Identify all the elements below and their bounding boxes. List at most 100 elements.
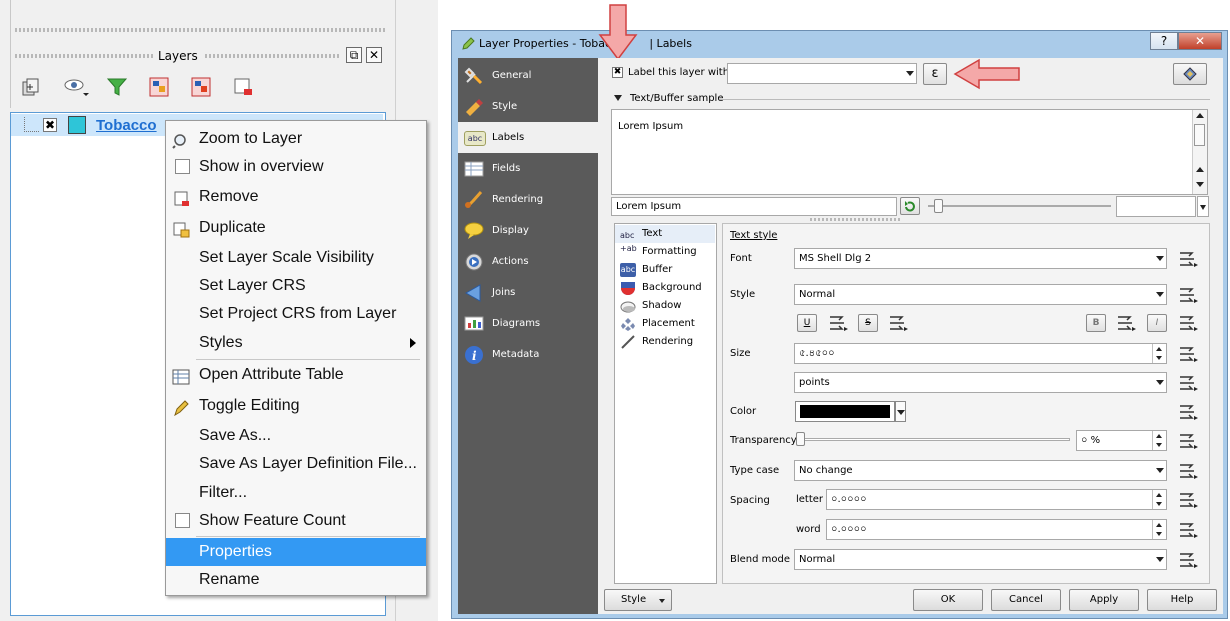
add-group-icon[interactable] (20, 76, 42, 98)
overview-checkbox[interactable] (175, 159, 190, 174)
font-combo[interactable]: MS Shell Dlg 2 (794, 248, 1167, 269)
sidebar-item-actions[interactable]: Actions (458, 246, 598, 277)
feature-count-checkbox[interactable] (175, 513, 190, 528)
style-list-item-text[interactable]: abc Text (615, 225, 715, 243)
spin-arrows-icon[interactable] (1152, 431, 1166, 450)
bold-button[interactable]: B (1086, 314, 1106, 332)
menu-properties[interactable]: Properties (166, 538, 426, 566)
reset-sample-button[interactable] (900, 197, 920, 215)
scroll-up-icon[interactable] (1196, 113, 1204, 118)
sidebar-item-display[interactable]: Display (458, 215, 598, 246)
dialog-close-button[interactable]: ✕ (1178, 32, 1222, 50)
style-list-item-buffer[interactable]: abc Buffer (615, 261, 715, 279)
menu-toggle-editing[interactable]: Toggle Editing (166, 392, 426, 420)
menu-rename[interactable]: Rename (166, 566, 426, 594)
sidebar-item-general[interactable]: General (458, 60, 598, 91)
float-panel-button[interactable]: ⧉ (346, 47, 362, 63)
spin-arrows-icon[interactable] (1152, 490, 1166, 509)
letter-spacing-spinbox[interactable]: ০.০০০০ (826, 489, 1167, 510)
sidebar-item-fields[interactable]: Fields (458, 153, 598, 184)
scroll-up-icon[interactable] (1196, 167, 1204, 172)
menu-remove[interactable]: Remove (166, 183, 426, 211)
layer-visibility-checkbox[interactable]: ✖ (43, 118, 57, 132)
data-defined-font-icon[interactable] (1176, 250, 1200, 268)
word-spacing-spinbox[interactable]: ০.০০০০ (826, 519, 1167, 540)
underline-button[interactable]: U (797, 314, 817, 332)
sample-scale-slider-handle[interactable] (934, 199, 943, 213)
remove-layer-icon[interactable] (232, 76, 254, 98)
help-button[interactable]: Help (1147, 589, 1217, 611)
style-menu-button[interactable]: Style (604, 589, 672, 611)
menu-save-as[interactable]: Save As... (166, 422, 426, 450)
style-list-item-formatting[interactable]: +ab Formatting (615, 243, 715, 261)
sidebar-item-labels[interactable]: abc Labels (458, 122, 598, 153)
data-defined-size-unit-icon[interactable] (1176, 374, 1200, 392)
style-list-item-placement[interactable]: Placement (615, 315, 715, 333)
layer-name[interactable]: Tobacco (96, 117, 157, 134)
data-defined-strikeout-icon[interactable] (886, 314, 910, 332)
data-defined-type-case-icon[interactable] (1176, 462, 1200, 480)
dock-grip-right[interactable] (205, 54, 340, 58)
data-defined-bold-icon[interactable] (1114, 314, 1138, 332)
italic-button[interactable]: I (1147, 314, 1167, 332)
menu-duplicate[interactable]: Duplicate (166, 214, 426, 242)
apply-button[interactable]: Apply (1069, 589, 1139, 611)
data-defined-italic-icon[interactable] (1176, 314, 1200, 332)
transparency-slider-track[interactable] (798, 438, 1070, 441)
data-defined-size-icon[interactable] (1176, 345, 1200, 363)
blend-mode-combo[interactable]: Normal (794, 549, 1167, 570)
data-defined-letter-spacing-icon[interactable] (1176, 491, 1200, 509)
sample-scale-track[interactable] (928, 205, 1111, 207)
style-list-item-rendering[interactable]: Rendering (615, 333, 715, 351)
strikeout-button[interactable]: S (858, 314, 878, 332)
data-defined-color-icon[interactable] (1176, 403, 1200, 421)
menu-open-attribute-table[interactable]: Open Attribute Table (166, 361, 426, 389)
spin-arrows-icon[interactable] (1152, 520, 1166, 539)
menu-show-in-overview[interactable]: Show in overview (166, 153, 426, 181)
menu-show-feature-count[interactable]: Show Feature Count (166, 507, 426, 535)
label-layer-checkbox[interactable]: ✖ (612, 67, 623, 78)
style-combo[interactable]: Normal (794, 284, 1167, 305)
dock-grip-left[interactable] (15, 54, 155, 58)
expand-all-icon[interactable] (148, 76, 170, 98)
data-defined-blend-mode-icon[interactable] (1176, 551, 1200, 569)
sample-text-input[interactable]: Lorem Ipsum (611, 197, 897, 216)
close-panel-button[interactable]: ✕ (366, 47, 382, 63)
expression-button[interactable]: ε (923, 63, 947, 85)
menu-set-layer-crs[interactable]: Set Layer CRS (166, 272, 426, 300)
filter-legend-icon[interactable] (106, 76, 128, 98)
size-unit-combo[interactable]: points (794, 372, 1167, 393)
data-defined-underline-icon[interactable] (826, 314, 850, 332)
style-list-item-shadow[interactable]: Shadow (615, 297, 715, 315)
menu-zoom-to-layer[interactable]: Zoom to Layer (166, 125, 426, 153)
ok-button[interactable]: OK (913, 589, 983, 611)
transparency-spinbox[interactable]: ০ % (1076, 430, 1167, 451)
dock-grip-top[interactable] (15, 28, 385, 32)
sidebar-item-metadata[interactable]: i Metadata (458, 339, 598, 370)
data-defined-style-icon[interactable] (1176, 286, 1200, 304)
label-field-combo[interactable] (727, 63, 917, 84)
data-defined-word-spacing-icon[interactable] (1176, 521, 1200, 539)
collapse-all-icon[interactable] (190, 76, 212, 98)
sidebar-item-rendering[interactable]: Rendering (458, 184, 598, 215)
sidebar-item-joins[interactable]: Joins (458, 277, 598, 308)
size-spinbox[interactable]: ৫.৪৫০০ (794, 343, 1167, 364)
splitter-grip[interactable] (810, 218, 900, 221)
collapse-triangle-icon[interactable] (614, 95, 622, 101)
style-list-item-background[interactable]: Background (615, 279, 715, 297)
transparency-slider-handle[interactable] (796, 432, 805, 446)
type-case-combo[interactable]: No change (794, 460, 1167, 481)
data-defined-transparency-icon[interactable] (1176, 432, 1200, 450)
dialog-help-button[interactable]: ? (1150, 32, 1178, 50)
menu-filter[interactable]: Filter... (166, 479, 426, 507)
sample-scrollbar[interactable] (1192, 110, 1207, 194)
sidebar-item-style[interactable]: Style (458, 91, 598, 122)
cancel-button[interactable]: Cancel (991, 589, 1061, 611)
scroll-down-icon[interactable] (1196, 182, 1204, 187)
menu-set-layer-scale-visibility[interactable]: Set Layer Scale Visibility (166, 244, 426, 272)
menu-save-as-layer-definition[interactable]: Save As Layer Definition File... (166, 450, 426, 478)
label-settings-menu-button[interactable] (1173, 63, 1207, 85)
menu-styles[interactable]: Styles (166, 329, 426, 357)
preview-dropdown[interactable] (1197, 196, 1209, 217)
scroll-thumb[interactable] (1194, 124, 1205, 146)
